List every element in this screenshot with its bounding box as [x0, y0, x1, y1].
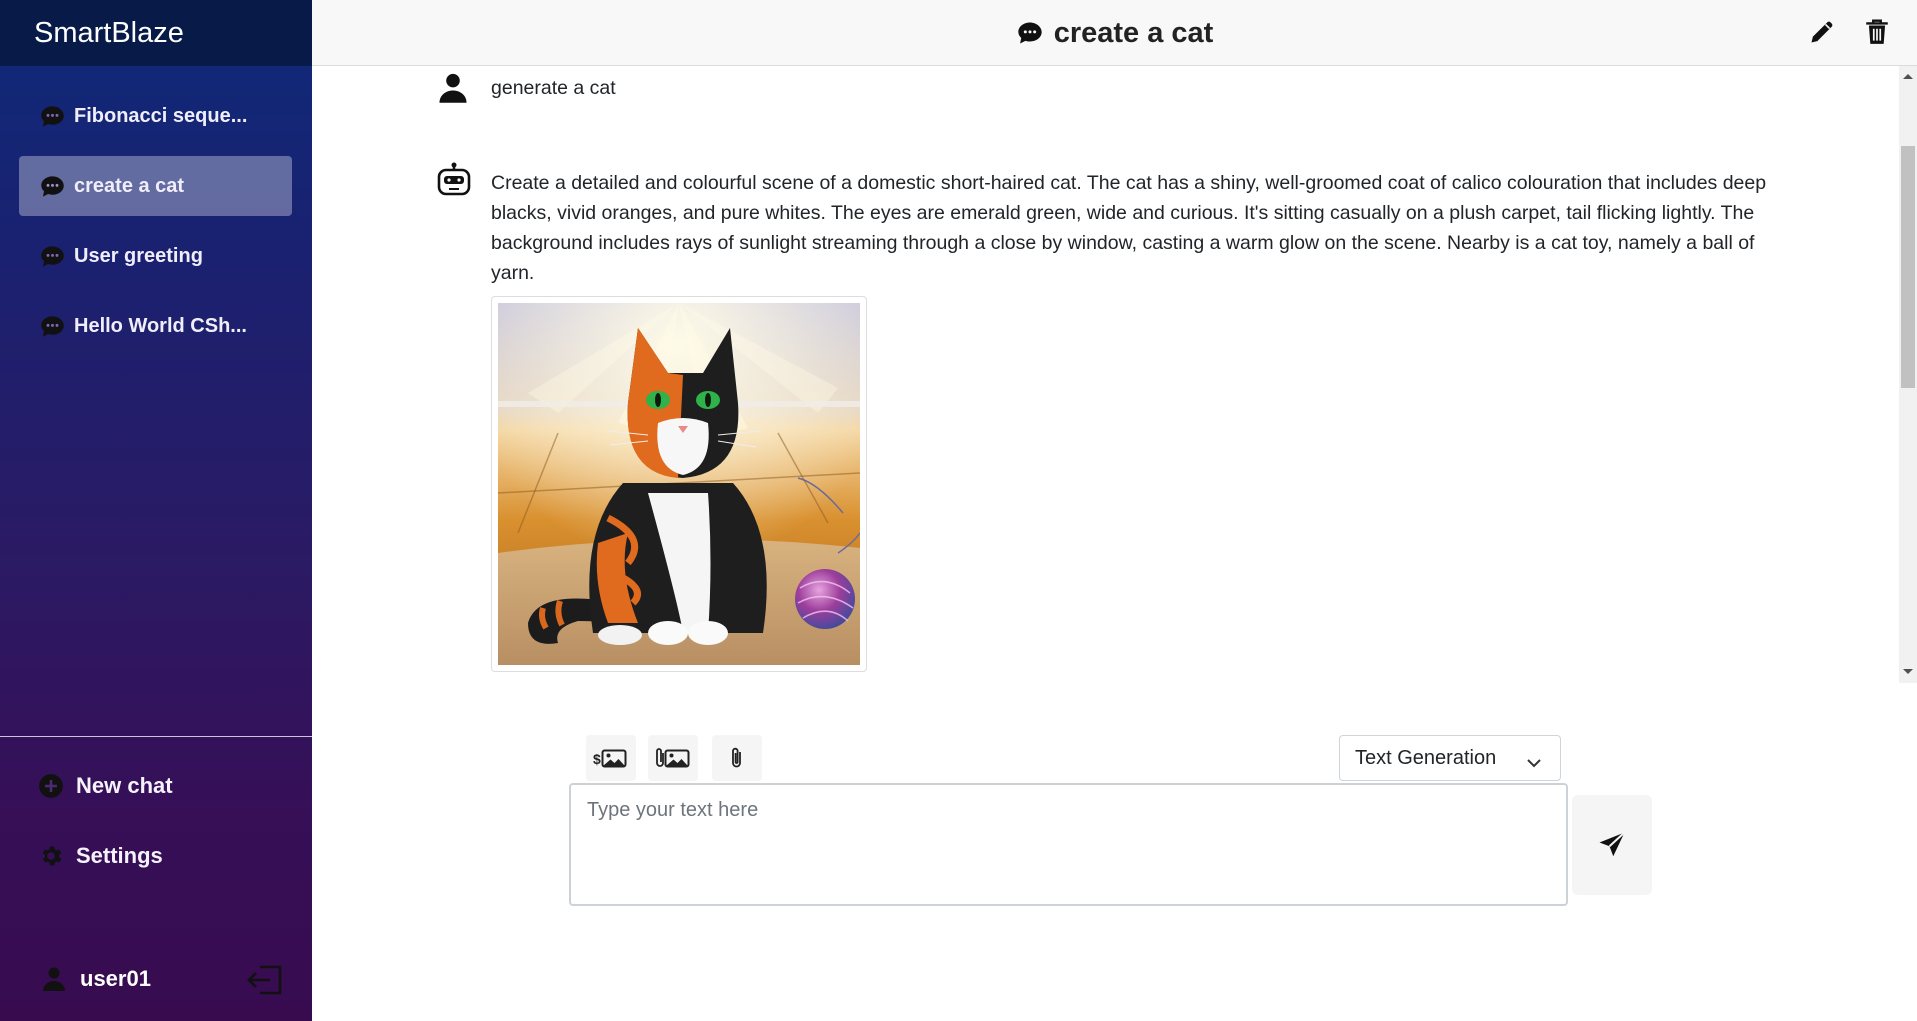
settings-button[interactable]: Settings	[38, 843, 163, 869]
attach-image-icon[interactable]	[648, 735, 698, 781]
svg-text:$: $	[593, 751, 601, 767]
assistant-message-text: Create a detailed and colourful scene of…	[491, 172, 1767, 284]
generation-mode-select[interactable]: Text Generation	[1339, 735, 1561, 781]
scroll-down-arrow-icon[interactable]	[1903, 669, 1913, 674]
new-chat-label: New chat	[76, 773, 173, 798]
chat-title: create a cat	[312, 0, 1917, 66]
chat-item-create-a-cat[interactable]: create a cat	[19, 156, 292, 216]
user-message-text: generate a cat	[491, 77, 616, 99]
message-input[interactable]	[569, 783, 1568, 906]
paperclip-icon[interactable]	[712, 735, 762, 781]
user-name: user01	[80, 966, 151, 991]
chat-item-label: User greeting	[74, 244, 203, 267]
scroll-up-arrow-icon[interactable]	[1903, 74, 1913, 79]
chat-item-fibonacci[interactable]: Fibonacci seque...	[19, 86, 292, 146]
chat-bubble-icon	[39, 103, 66, 130]
message-scrollbar[interactable]	[1899, 66, 1917, 683]
chat-item-hello-world[interactable]: Hello World CSh...	[19, 296, 292, 356]
user-info: user01	[42, 966, 151, 992]
chat-bubble-icon	[39, 173, 66, 200]
app-brand: SmartBlaze	[0, 0, 312, 66]
chat-title-text: create a cat	[1053, 16, 1214, 49]
chat-bubble-icon	[1016, 19, 1044, 47]
chevron-down-icon	[1526, 752, 1542, 768]
generated-cat-image[interactable]	[491, 296, 867, 672]
robot-icon	[436, 162, 471, 196]
generation-mode-value: Text Generation	[1355, 746, 1497, 769]
chat-item-user-greeting[interactable]: User greeting	[19, 226, 292, 286]
settings-label: Settings	[76, 843, 163, 868]
send-button[interactable]	[1572, 795, 1652, 895]
send-icon	[1597, 830, 1627, 860]
chat-item-label: Fibonacci seque...	[74, 104, 248, 127]
logout-icon[interactable]	[246, 964, 284, 996]
scrollbar-thumb[interactable]	[1901, 146, 1915, 388]
message-list: generate a cat Create a detailed and col…	[312, 66, 1899, 683]
chat-item-label: create a cat	[74, 174, 185, 197]
user-icon	[438, 72, 472, 106]
plus-circle-icon	[38, 773, 64, 799]
trash-icon[interactable]	[1862, 17, 1892, 47]
chat-bubble-icon	[39, 313, 66, 340]
sidebar: SmartBlaze Fibonacci seque... create a c…	[0, 0, 312, 1021]
user-icon	[42, 966, 66, 992]
new-chat-button[interactable]: New chat	[38, 773, 173, 799]
dollar-image-icon[interactable]: $	[586, 735, 636, 781]
sidebar-divider	[0, 736, 312, 737]
pencil-icon[interactable]	[1807, 17, 1837, 47]
chat-item-label: Hello World CSh...	[74, 314, 247, 337]
gear-icon	[38, 843, 64, 869]
chat-bubble-icon	[39, 243, 66, 270]
chat-header: create a cat	[312, 0, 1917, 66]
